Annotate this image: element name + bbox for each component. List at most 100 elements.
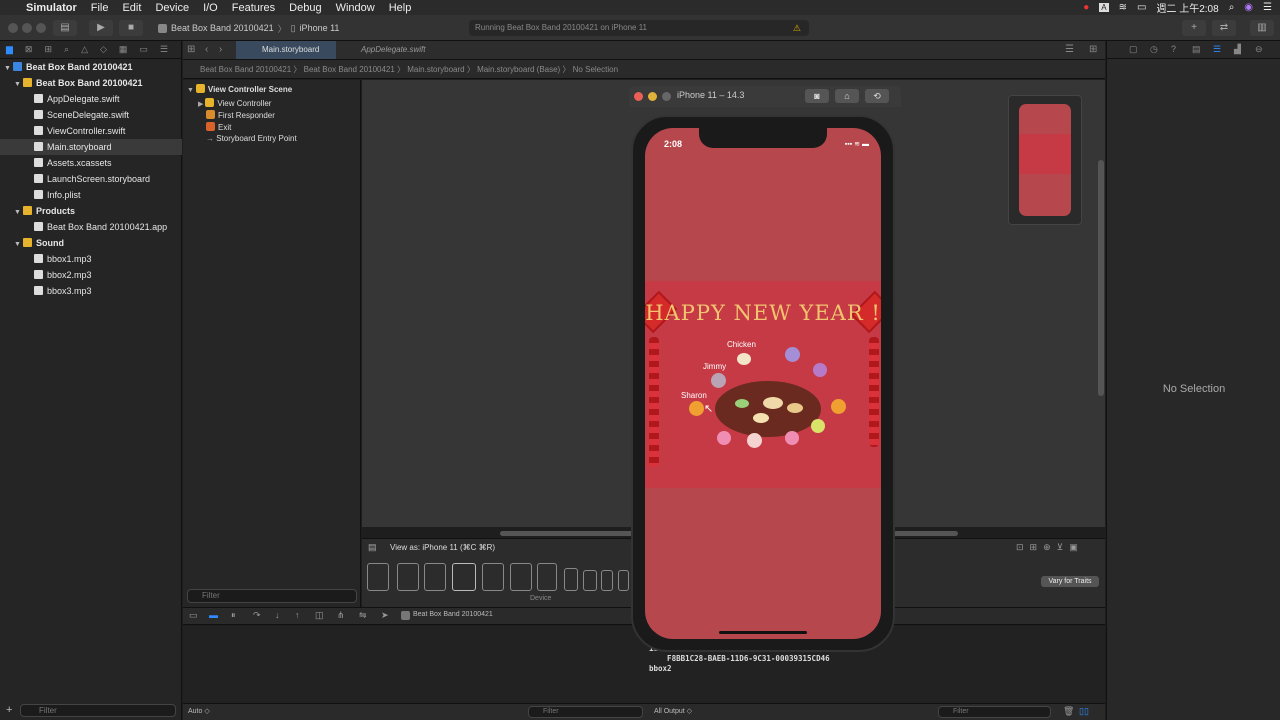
sim-minimize-button[interactable] — [648, 92, 657, 101]
nav-item[interactable]: ▼ Beat Box Band 20100421 — [0, 59, 182, 75]
vertical-scrollbar[interactable] — [1098, 160, 1104, 396]
find-nav-icon[interactable]: ⌕ — [64, 44, 69, 55]
split-view-icon[interactable]: ▯▯ — [1079, 706, 1089, 717]
run-button[interactable]: ▶ — [89, 20, 113, 36]
character-icon[interactable] — [747, 433, 762, 448]
auto-scope-select[interactable]: Auto ◇ — [188, 707, 210, 715]
nav-item[interactable]: ViewController.swift — [0, 123, 182, 139]
outline-entry-point[interactable]: → Storyboard Entry Point — [206, 134, 297, 143]
device-option[interactable] — [564, 568, 578, 591]
outline-scene[interactable]: ▼ View Controller Scene — [187, 84, 292, 94]
device-option[interactable] — [583, 570, 597, 591]
nav-item[interactable]: ▼ Products — [0, 203, 182, 219]
navigator-filter-input[interactable]: Filter — [20, 704, 176, 717]
output-select[interactable]: All Output ◇ — [654, 707, 692, 715]
library-add-icon[interactable]: + — [1182, 20, 1206, 36]
device-option[interactable] — [537, 563, 557, 591]
menu-file[interactable]: File — [91, 2, 109, 14]
character-icon[interactable] — [813, 363, 827, 377]
siri-icon[interactable]: ◉ — [1244, 2, 1253, 13]
panel-toggle-icon[interactable]: ▤ — [368, 542, 377, 553]
grid-icon[interactable]: ⊞ — [187, 44, 195, 55]
nav-item[interactable]: Main.storyboard — [0, 139, 182, 155]
sim-zoom-button[interactable] — [662, 92, 671, 101]
menu-list-icon[interactable]: ☰ — [1263, 2, 1272, 13]
record-icon[interactable]: ● — [1083, 2, 1089, 13]
iphone-screen[interactable]: 2:08 ▪▪▪ ≋ ▬ HAPPY NEW YEAR ! Chicken Ji… — [645, 128, 881, 639]
nav-item[interactable]: ▼ Beat Box Band 20100421 — [0, 75, 182, 91]
view-debugger-icon[interactable]: ◫ — [315, 610, 324, 621]
outline-first-responder[interactable]: First Responder — [206, 110, 275, 120]
view-as-label[interactable]: View as: iPhone 11 (⌘C ⌘R) — [390, 543, 495, 552]
device-option[interactable] — [618, 570, 629, 591]
back-icon[interactable]: ‹ — [205, 44, 208, 55]
nav-item[interactable]: bbox2.mp3 — [0, 267, 182, 283]
layout-tools-icon[interactable]: ⊡⊞⊕⊻▣ — [1016, 542, 1084, 553]
connections-inspector-icon[interactable]: ⊖ — [1255, 44, 1263, 55]
step-in-icon[interactable]: ↓ — [275, 610, 280, 620]
console-filter-input[interactable]: Filter — [938, 706, 1051, 718]
device-option[interactable] — [510, 563, 532, 591]
add-file-icon[interactable]: + — [6, 704, 12, 716]
home-indicator[interactable] — [719, 631, 807, 634]
menu-edit[interactable]: Edit — [122, 2, 141, 14]
simulator-title-bar[interactable]: iPhone 11 – 14.3 ◙ ⌂ ⟲ — [629, 86, 901, 107]
nav-item[interactable]: LaunchScreen.storyboard — [0, 171, 182, 187]
tab-appdelegate[interactable]: AppDelegate.swift — [335, 41, 425, 59]
outline-view-controller[interactable]: ▶ View Controller — [198, 98, 271, 108]
device-option[interactable] — [397, 563, 419, 591]
new-year-artwork[interactable]: HAPPY NEW YEAR ! Chicken Jimmy Sharon — [645, 281, 881, 488]
minimize-window-button[interactable] — [22, 23, 32, 33]
identity-inspector-icon[interactable]: ▤ — [1192, 44, 1201, 55]
menu-window[interactable]: Window — [336, 2, 375, 14]
location-icon[interactable]: ➤ — [381, 610, 389, 621]
device-option[interactable] — [367, 563, 389, 591]
folder-nav-icon[interactable]: ▆ — [6, 44, 13, 55]
breakpoints-toggle-icon[interactable]: ▬ — [209, 610, 218, 620]
nav-item[interactable]: ▼ Sound — [0, 235, 182, 251]
debug-nav-icon[interactable]: ▦ — [119, 44, 128, 55]
screenshot-icon[interactable]: ◙ — [805, 89, 829, 103]
history-inspector-icon[interactable]: ◷ — [1150, 44, 1158, 55]
sidebar-toggle-icon[interactable]: ▤ — [53, 20, 77, 36]
close-window-button[interactable] — [8, 23, 18, 33]
step-over-icon[interactable]: ↷ — [253, 610, 261, 621]
menu-debug[interactable]: Debug — [289, 2, 321, 14]
nav-item[interactable]: SceneDelegate.swift — [0, 107, 182, 123]
size-inspector-icon[interactable]: ▟ — [1234, 44, 1241, 55]
outline-exit[interactable]: Exit — [206, 122, 231, 132]
nav-item[interactable]: bbox1.mp3 — [0, 251, 182, 267]
device-option[interactable] — [482, 563, 504, 591]
character-icon[interactable] — [831, 399, 846, 414]
nav-item[interactable]: bbox3.mp3 — [0, 283, 182, 299]
scheme-selector[interactable]: Beat Box Band 20100421 〉 ▯ iPhone 11 — [158, 20, 339, 36]
outline-filter-input[interactable]: Filter — [187, 589, 357, 603]
jump-bar[interactable]: Beat Box Band 20100421 〉 Beat Box Band 2… — [183, 60, 1105, 79]
nav-item[interactable]: Beat Box Band 20100421.app — [0, 219, 182, 235]
wifi-icon[interactable]: ≋ — [1119, 2, 1127, 13]
file-inspector-icon[interactable]: ▢ — [1129, 44, 1138, 55]
device-option[interactable] — [601, 570, 613, 591]
rotate-icon[interactable]: ⟲ — [865, 89, 889, 103]
forward-icon[interactable]: › — [219, 44, 222, 55]
character-icon[interactable] — [785, 347, 800, 362]
source-control-icon[interactable]: ⊠ — [25, 44, 33, 55]
tab-main-storyboard[interactable]: Main.storyboard — [236, 41, 336, 59]
add-editor-icon[interactable]: ⊞ — [1089, 44, 1097, 55]
sharon-character-icon[interactable] — [689, 401, 704, 416]
display-icon[interactable]: ▭ — [1137, 2, 1146, 13]
device-option-selected[interactable] — [452, 563, 476, 591]
nav-item[interactable]: AppDelegate.swift — [0, 91, 182, 107]
nav-item[interactable]: Assets.xcassets — [0, 155, 182, 171]
menu-device[interactable]: Device — [155, 2, 189, 14]
stop-button[interactable]: ■ — [119, 20, 143, 36]
pause-icon[interactable]: ⏸ — [231, 610, 236, 621]
inspector-toggle-icon[interactable]: ▥ — [1250, 20, 1274, 36]
attributes-inspector-icon[interactable]: ☰ — [1213, 44, 1221, 55]
character-icon[interactable] — [785, 431, 799, 445]
storyboard-device-preview[interactable] — [1008, 95, 1082, 225]
menu-help[interactable]: Help — [389, 2, 412, 14]
character-icon[interactable] — [811, 419, 825, 433]
search-icon[interactable]: ⌕ — [1229, 2, 1235, 13]
nav-item[interactable]: Info.plist — [0, 187, 182, 203]
